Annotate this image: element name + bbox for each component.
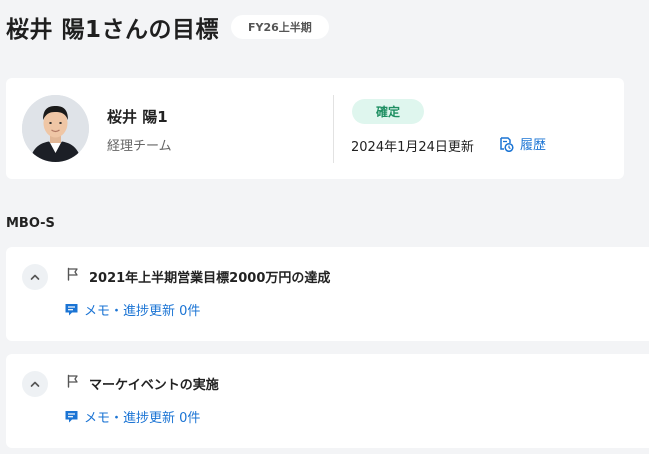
history-label: 履歴 bbox=[520, 138, 547, 153]
goal-title[interactable]: 2021年上半期営業目標2000万円の達成 bbox=[89, 267, 330, 286]
avatar-photo bbox=[22, 95, 89, 162]
chevron-up-icon bbox=[30, 274, 40, 280]
chevron-up-icon bbox=[30, 381, 40, 387]
flag-icon bbox=[67, 267, 78, 281]
avatar bbox=[22, 95, 89, 162]
section-title: MBO-S bbox=[6, 216, 55, 231]
period-badge: FY26上半期 bbox=[231, 15, 329, 39]
user-team: 経理チーム bbox=[107, 139, 172, 154]
goal-card: マーケイベントの実施 メモ・進捗更新 0件 bbox=[6, 354, 649, 448]
comment-icon bbox=[65, 304, 78, 316]
memo-label: メモ・進捗更新 0件 bbox=[84, 304, 201, 319]
collapse-button[interactable] bbox=[22, 264, 48, 290]
history-icon bbox=[500, 136, 514, 152]
memo-link[interactable]: メモ・進捗更新 0件 bbox=[64, 407, 200, 426]
flag-icon bbox=[67, 374, 78, 388]
divider bbox=[333, 95, 334, 163]
updated-date: 2024年1月24日更新 bbox=[351, 140, 474, 155]
memo-label: メモ・進捗更新 0件 bbox=[84, 411, 201, 426]
history-link[interactable]: 履歴 bbox=[498, 134, 546, 153]
page-header: 桜井 陽1さんの目標 FY26上半期 bbox=[6, 10, 329, 44]
page-title: 桜井 陽1さんの目標 bbox=[6, 17, 220, 43]
user-name: 桜井 陽1 bbox=[107, 108, 168, 126]
profile-card: 桜井 陽1 経理チーム 確定 2024年1月24日更新 履歴 bbox=[6, 78, 624, 179]
status-badge: 確定 bbox=[352, 99, 424, 124]
memo-link[interactable]: メモ・進捗更新 0件 bbox=[64, 300, 200, 319]
goal-card: 2021年上半期営業目標2000万円の達成 メモ・進捗更新 0件 bbox=[6, 247, 649, 341]
comment-icon bbox=[65, 411, 78, 423]
collapse-button[interactable] bbox=[22, 371, 48, 397]
goal-title[interactable]: マーケイベントの実施 bbox=[89, 374, 219, 393]
page: 桜井 陽1さんの目標 FY26上半期 桜井 陽1 経理チーム 確定 2024年1… bbox=[0, 0, 649, 454]
